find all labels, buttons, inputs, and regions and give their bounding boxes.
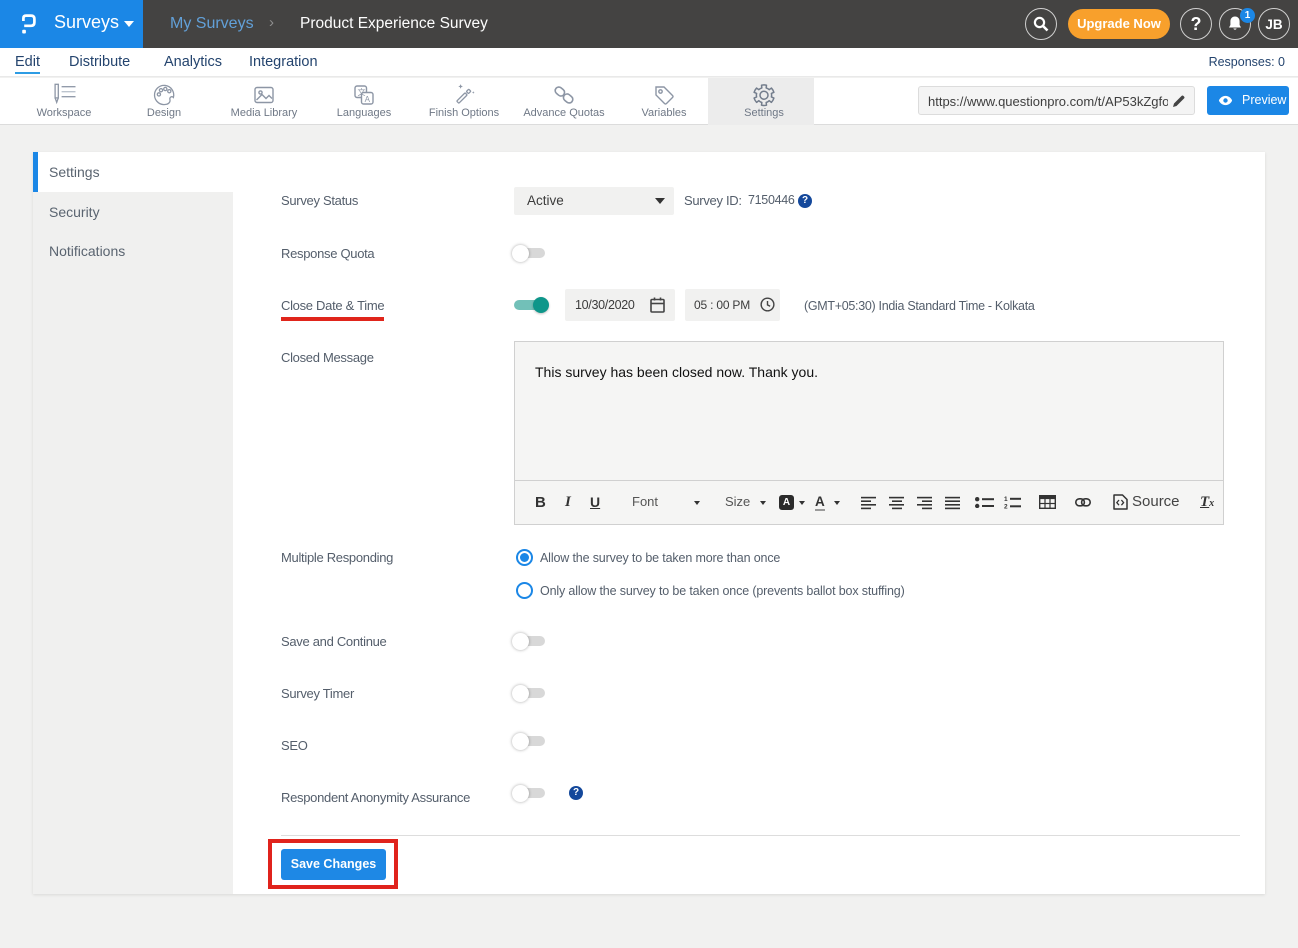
svg-text:1: 1 [1004, 496, 1008, 503]
svg-text:2: 2 [1004, 504, 1008, 510]
svg-text:A: A [365, 95, 371, 104]
